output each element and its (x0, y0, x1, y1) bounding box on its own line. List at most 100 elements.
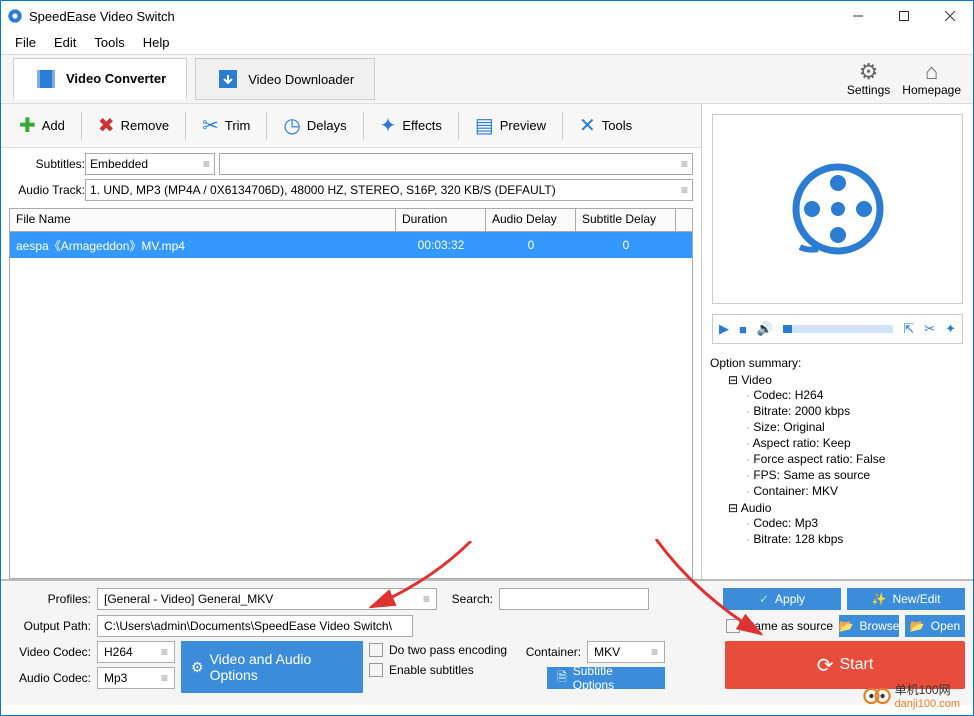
maximize-button[interactable] (881, 1, 927, 31)
separator (266, 112, 267, 140)
effects-button[interactable]: ✦Effects (370, 108, 452, 144)
x-icon: ✖ (98, 113, 115, 138)
tree-leaf: Bitrate: 128 kbps (746, 531, 965, 547)
cell-duration: 00:03:32 (396, 238, 486, 252)
container-combo[interactable]: MKV≡ (587, 641, 665, 663)
toolbar: ✚Add ✖Remove ✂Trim ◷Delays ✦Effects ▤Pre… (1, 104, 701, 148)
tab-video-downloader[interactable]: Video Downloader (195, 58, 375, 100)
homepage-button[interactable]: ⌂Homepage (902, 61, 961, 97)
cell-audio-delay: 0 (486, 238, 576, 252)
enable-subtitles-label: Enable subtitles (389, 663, 474, 677)
tab-video-converter[interactable]: Video Converter (13, 58, 187, 100)
menu-tools[interactable]: Tools (86, 33, 132, 52)
menu-edit[interactable]: Edit (46, 33, 84, 52)
volume-icon[interactable]: 🔊 (757, 321, 773, 337)
open-button[interactable]: 📂Open (905, 615, 965, 637)
profiles-combo[interactable]: [General - Video] General_MKV≡ (97, 588, 437, 610)
film-icon (34, 67, 58, 91)
reel-icon: ⚙ (191, 659, 204, 676)
gear-icon: ⚙ (859, 61, 879, 83)
table-row[interactable]: aespa《Armageddon》MV.mp4 00:03:32 0 0 (10, 232, 692, 258)
close-button[interactable] (927, 1, 973, 31)
tab-label: Video Downloader (248, 72, 354, 87)
tree-leaf: Container: MKV (746, 483, 965, 499)
clock-icon: ◷ (283, 113, 300, 138)
separator (458, 112, 459, 140)
same-as-source-checkbox[interactable] (726, 619, 740, 633)
download-film-icon (216, 67, 240, 91)
container-label: Container: (519, 645, 581, 659)
tools-icon: ✕ (579, 113, 596, 138)
enable-subtitles-checkbox[interactable] (369, 663, 383, 677)
option-summary-title: Option summary: (710, 354, 965, 372)
titlebar: SpeedEase Video Switch (1, 1, 973, 31)
profiles-label: Profiles: (9, 592, 91, 606)
option-summary: Option summary: Video Codec: H264 Bitrat… (702, 350, 973, 579)
audiotrack-label: Audio Track: (9, 183, 85, 197)
check-icon: ✓ (759, 592, 769, 606)
new-edit-button[interactable]: ✨New/Edit (847, 588, 965, 610)
remove-button[interactable]: ✖Remove (88, 108, 179, 144)
grip-icon: ≡ (423, 592, 430, 606)
delays-button[interactable]: ◷Delays (273, 108, 356, 144)
app-icon (7, 8, 23, 24)
subtitles-combo[interactable]: Embedded≡ (85, 153, 215, 175)
subtitles-extra-combo[interactable]: ≡ (219, 153, 693, 175)
preview-button[interactable]: ▤Preview (465, 108, 556, 144)
two-pass-checkbox[interactable] (369, 643, 383, 657)
audio-codec-combo[interactable]: Mp3≡ (97, 667, 175, 689)
output-path-field[interactable]: C:\Users\admin\Documents\SpeedEase Video… (97, 615, 413, 637)
tab-label: Video Converter (66, 71, 166, 86)
tools-button[interactable]: ✕Tools (569, 108, 642, 144)
apply-button[interactable]: ✓Apply (723, 588, 841, 610)
tree-leaf: Force aspect ratio: False (746, 451, 965, 467)
audiotrack-combo[interactable]: 1. UND, MP3 (MP4A / 0X6134706D), 48000 H… (85, 179, 693, 201)
column-duration[interactable]: Duration (396, 209, 486, 231)
trim-button[interactable]: ✂Trim (192, 108, 260, 144)
search-label: Search: (443, 592, 493, 606)
plus-icon: ✚ (19, 113, 36, 138)
two-pass-label: Do two pass encoding (389, 643, 507, 657)
cell-file-name: aespa《Armageddon》MV.mp4 (10, 237, 396, 254)
grip-icon: ≡ (161, 671, 168, 685)
wand-icon: ✦ (380, 113, 397, 138)
cut-icon[interactable]: ✂ (924, 321, 935, 337)
wand-icon[interactable]: ✦ (945, 321, 956, 337)
column-file-name[interactable]: File Name (10, 209, 396, 231)
refresh-icon: ⟳ (817, 653, 834, 678)
add-button[interactable]: ✚Add (9, 108, 75, 144)
tree-leaf: Bitrate: 2000 kbps (746, 403, 965, 419)
bottom-panel: Profiles: [General - Video] General_MKV≡… (1, 579, 973, 705)
watermark-logo-icon (863, 682, 891, 710)
subtitle-options-button[interactable]: 🗎Subtitle Options (547, 667, 665, 689)
stop-icon[interactable]: ■ (739, 322, 747, 337)
grip-icon: ≡ (651, 645, 658, 659)
grip-icon: ≡ (203, 157, 210, 171)
tree-leaf: Size: Original (746, 419, 965, 435)
folder-open-icon: 📂 (910, 619, 925, 633)
column-audio-delay[interactable]: Audio Delay (486, 209, 576, 231)
minimize-button[interactable] (835, 1, 881, 31)
watermark: 单机100网 danji100.com (863, 681, 960, 710)
popout-icon[interactable]: ⇱ (903, 321, 914, 337)
play-icon[interactable]: ▶ (719, 321, 729, 337)
option-tree[interactable]: Video Codec: H264 Bitrate: 2000 kbps Siz… (710, 372, 965, 548)
search-input[interactable] (499, 588, 649, 610)
menu-file[interactable]: File (7, 33, 44, 52)
settings-button[interactable]: ⚙Settings (847, 61, 890, 97)
subtitles-label: Subtitles: (9, 157, 85, 171)
watermark-brand: 单机100网 (895, 681, 960, 698)
menu-help[interactable]: Help (135, 33, 178, 52)
video-codec-combo[interactable]: H264≡ (97, 641, 175, 663)
scissors-icon: ✂ (202, 113, 219, 138)
grip-icon: ≡ (681, 183, 688, 197)
progress-slider[interactable] (783, 325, 893, 333)
column-scroll (676, 209, 692, 231)
grid-body[interactable]: aespa《Armageddon》MV.mp4 00:03:32 0 0 (9, 232, 693, 579)
separator (185, 112, 186, 140)
video-audio-options-button[interactable]: ⚙Video and Audio Options (181, 641, 363, 693)
tree-leaf: Aspect ratio: Keep (746, 435, 965, 451)
playback-bar: ▶ ■ 🔊 ⇱ ✂ ✦ (712, 314, 963, 344)
browse-button[interactable]: 📂Browse (839, 615, 899, 637)
column-subtitle-delay[interactable]: Subtitle Delay (576, 209, 676, 231)
